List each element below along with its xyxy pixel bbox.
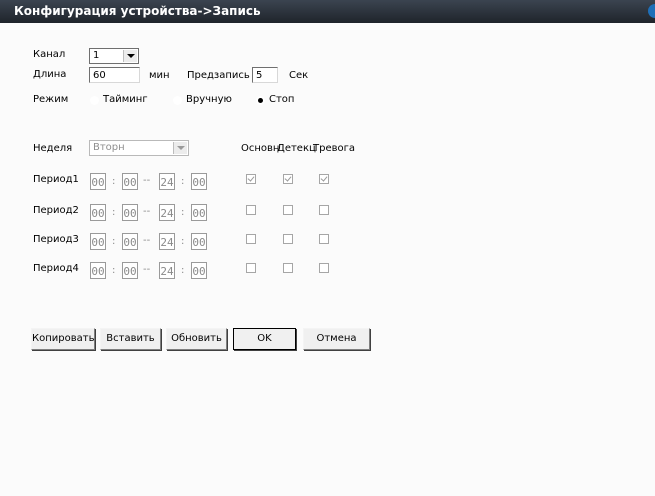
- period3-detect-checkbox[interactable]: [283, 234, 293, 244]
- channel-select[interactable]: 1: [89, 48, 139, 64]
- chevron-down-icon[interactable]: [173, 142, 187, 154]
- mode-stop-label: Стоп: [269, 94, 295, 105]
- record-config-window: Конфигурация устройства->Запись Канал 1 …: [0, 0, 655, 496]
- time-colon: :: [181, 176, 185, 187]
- period1-alarm-checkbox[interactable]: [319, 174, 329, 184]
- period3-start-hour[interactable]: 00: [90, 233, 106, 250]
- period2-end-hour[interactable]: 24: [159, 204, 175, 221]
- length-input[interactable]: 60: [89, 67, 140, 83]
- week-label: Неделя: [33, 143, 73, 154]
- title-bar: Конфигурация устройства->Запись: [0, 0, 655, 23]
- period4-label: Период4: [33, 263, 79, 274]
- period4-start-minute[interactable]: 00: [122, 262, 138, 279]
- length-label: Длина: [33, 69, 67, 80]
- mode-stop-radio[interactable]: [256, 96, 265, 105]
- period1-basic-checkbox[interactable]: [246, 174, 256, 184]
- period3-end-minute[interactable]: 00: [191, 233, 207, 250]
- period3-start-minute[interactable]: 00: [122, 233, 138, 250]
- channel-label: Канал: [33, 49, 66, 60]
- period2-label: Период2: [33, 205, 79, 216]
- period2-detect-checkbox[interactable]: [283, 205, 293, 215]
- period2-alarm-checkbox[interactable]: [319, 205, 329, 215]
- week-select[interactable]: Вторн: [89, 140, 189, 156]
- column-basic: Основн: [241, 143, 280, 154]
- time-colon: :: [181, 236, 185, 247]
- period1-end-hour[interactable]: 24: [159, 173, 175, 190]
- chevron-down-icon[interactable]: [123, 50, 137, 62]
- column-detect: Детекц: [277, 143, 316, 154]
- window-title: Конфигурация устройства->Запись: [14, 4, 261, 18]
- mode-manual-radio[interactable]: [173, 96, 182, 105]
- time-dash: --: [143, 264, 151, 275]
- copy-button[interactable]: Копировать: [31, 328, 95, 350]
- period1-start-minute[interactable]: 00: [122, 173, 138, 190]
- period3-end-hour[interactable]: 24: [159, 233, 175, 250]
- paste-button[interactable]: Вставить: [100, 328, 161, 350]
- ok-button[interactable]: OK: [233, 328, 296, 350]
- period2-start-hour[interactable]: 00: [90, 204, 106, 221]
- time-colon: :: [112, 207, 116, 218]
- week-value: Вторн: [93, 142, 125, 153]
- mode-label: Режим: [33, 94, 69, 105]
- period4-basic-checkbox[interactable]: [246, 263, 256, 273]
- period4-start-hour[interactable]: 00: [90, 262, 106, 279]
- refresh-button[interactable]: Обновить: [166, 328, 227, 350]
- period3-label: Период3: [33, 234, 79, 245]
- close-icon[interactable]: [648, 4, 655, 18]
- time-dash: --: [143, 235, 151, 246]
- time-colon: :: [112, 176, 116, 187]
- mode-timing-label: Тайминг: [103, 94, 148, 105]
- time-colon: :: [112, 265, 116, 276]
- period2-basic-checkbox[interactable]: [246, 205, 256, 215]
- period4-end-hour[interactable]: 24: [159, 262, 175, 279]
- time-dash: --: [143, 175, 151, 186]
- period2-end-minute[interactable]: 00: [191, 204, 207, 221]
- cancel-button[interactable]: Отмена: [303, 328, 370, 350]
- period1-detect-checkbox[interactable]: [283, 174, 293, 184]
- period3-alarm-checkbox[interactable]: [319, 234, 329, 244]
- mode-manual-label: Вручную: [186, 94, 232, 105]
- period2-start-minute[interactable]: 00: [122, 204, 138, 221]
- period3-basic-checkbox[interactable]: [246, 234, 256, 244]
- channel-value: 1: [93, 50, 100, 61]
- period4-end-minute[interactable]: 00: [191, 262, 207, 279]
- time-colon: :: [112, 236, 116, 247]
- prerecord-input[interactable]: 5: [252, 67, 278, 83]
- time-colon: :: [181, 207, 185, 218]
- time-colon: :: [181, 265, 185, 276]
- period4-detect-checkbox[interactable]: [283, 263, 293, 273]
- column-alarm: Тревога: [313, 143, 356, 154]
- period1-label: Период1: [33, 174, 79, 185]
- period1-end-minute[interactable]: 00: [191, 173, 207, 190]
- mode-timing-radio[interactable]: [90, 96, 99, 105]
- period4-alarm-checkbox[interactable]: [319, 263, 329, 273]
- time-dash: --: [143, 206, 151, 217]
- prerecord-unit: Сек: [289, 70, 309, 81]
- period1-start-hour[interactable]: 00: [90, 173, 106, 190]
- length-unit: мин: [149, 70, 170, 81]
- prerecord-label: Предзапись: [187, 70, 250, 81]
